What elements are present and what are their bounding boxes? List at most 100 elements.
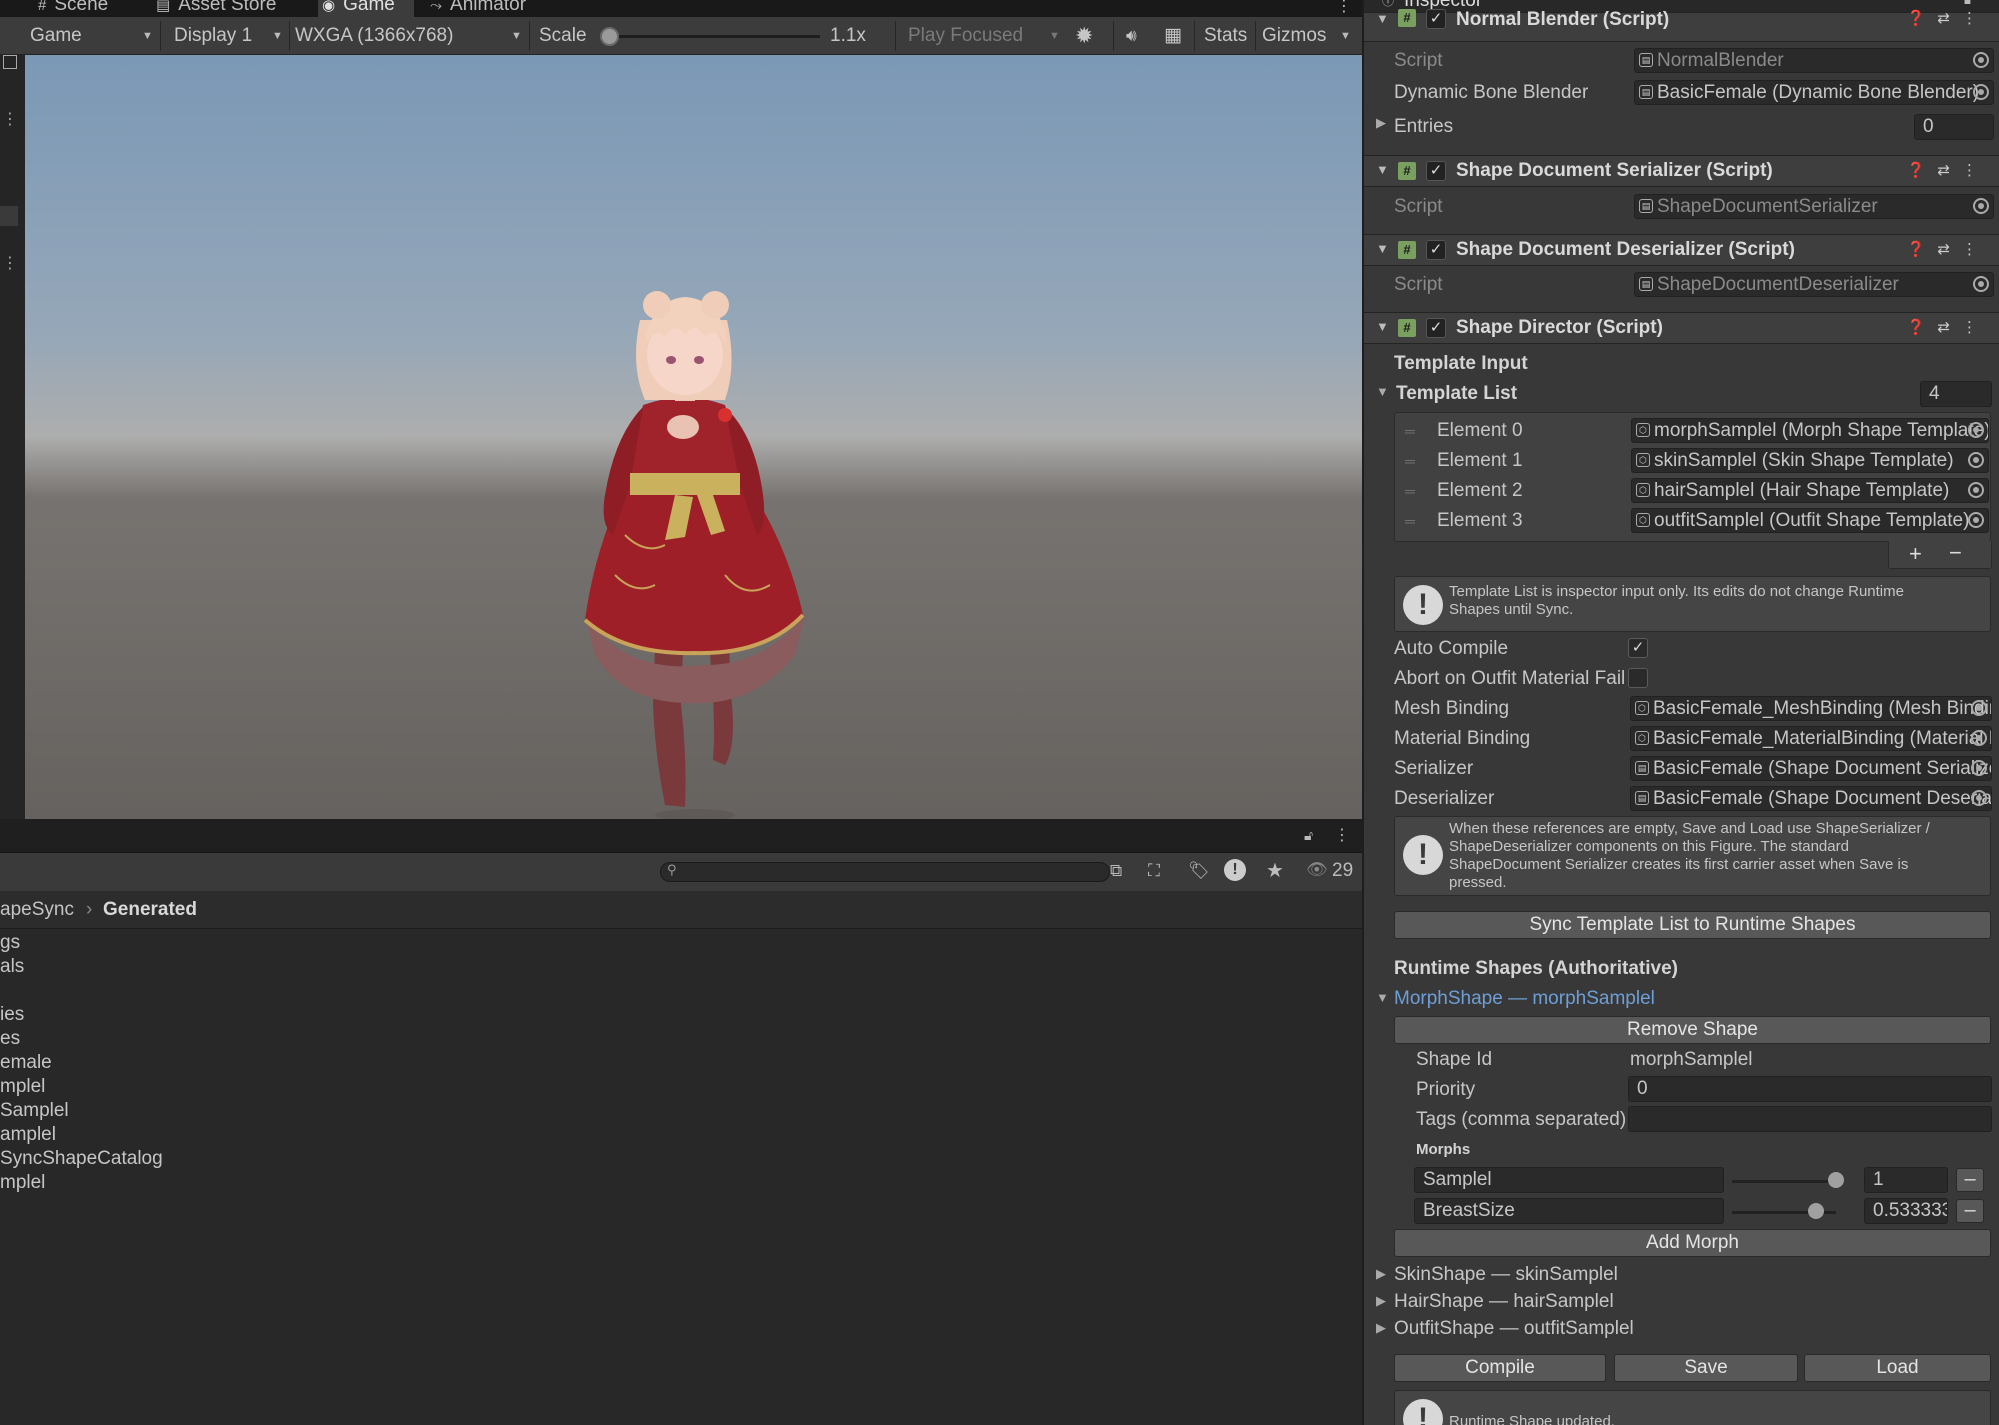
hair-shape-foldout[interactable]: HairShape — hairSamplel (1394, 1291, 1614, 1313)
object-picker-icon[interactable] (1973, 198, 1989, 214)
list-item[interactable]: mplel (0, 1076, 45, 1098)
favorite-star-icon[interactable]: ★ (1266, 858, 1284, 883)
drag-handle-icon[interactable]: ═ (1405, 513, 1421, 529)
component-enabled-checkbox[interactable]: ✓ (1426, 240, 1446, 260)
project-search-input[interactable]: ⚲ (660, 862, 1110, 882)
morph-slider-handle[interactable] (1828, 1172, 1844, 1188)
object-picker-icon[interactable] (1968, 512, 1984, 528)
object-picker-icon[interactable] (1971, 730, 1987, 746)
game-mode-dropdown[interactable]: Game ▼ (30, 21, 155, 51)
remove-morph-button[interactable]: – (1956, 1199, 1984, 1223)
tab-asset-store[interactable]: ▤ Asset Store (152, 0, 286, 17)
tab-menu-icon[interactable]: ⋮ (1336, 0, 1352, 16)
breadcrumb-current[interactable]: Generated (103, 899, 197, 921)
filter-by-type-icon[interactable]: ⛶ (1148, 861, 1160, 881)
morph-value-input[interactable]: 1 (1864, 1167, 1948, 1193)
foldout-arrow-icon[interactable]: ▼ (1376, 241, 1389, 256)
morph-name-input[interactable]: Samplel (1414, 1167, 1724, 1193)
save-button[interactable]: Save (1614, 1354, 1798, 1382)
outfit-shape-foldout[interactable]: OutfitShape — outfitSamplel (1394, 1318, 1634, 1340)
display-dropdown[interactable]: Display 1 ▼ (174, 21, 284, 51)
mesh-binding-field[interactable]: ⬡ BasicFemale_MeshBinding (Mesh Binding) (1630, 696, 1992, 721)
foldout-arrow-icon[interactable]: ▼ (1376, 384, 1389, 399)
component-icons[interactable]: ❓⇄⋮ (1907, 240, 1989, 258)
drag-handle-icon[interactable]: ═ (1405, 453, 1421, 469)
game-view[interactable] (25, 55, 1362, 819)
abort-on-fail-checkbox[interactable] (1628, 668, 1648, 688)
morph-value-input[interactable]: 0.5333333 (1864, 1198, 1948, 1224)
log-types-icon[interactable]: ! (1224, 859, 1246, 881)
load-button[interactable]: Load (1804, 1354, 1991, 1382)
template-list-label[interactable]: Template List (1396, 383, 1517, 405)
add-element-icon[interactable]: + (1909, 541, 1922, 567)
entries-count[interactable]: 0 (1914, 114, 1994, 140)
list-item[interactable]: gs (0, 932, 20, 954)
component-enabled-checkbox[interactable]: ✓ (1426, 9, 1446, 29)
menu-icon[interactable]: ⋮ (2, 109, 18, 129)
label-icon[interactable]: 🏷︎ (1188, 861, 1210, 881)
gizmos-button[interactable]: Gizmos (1262, 21, 1326, 51)
compile-button[interactable]: Compile (1394, 1354, 1606, 1382)
list-item[interactable]: als (0, 956, 24, 978)
element-field[interactable]: ⬡ hairSamplel (Hair Shape Template) (1631, 478, 1989, 503)
panel-menu-icon[interactable]: ⋮ (1334, 825, 1350, 845)
lock-icon[interactable]: 🔓︎ (1304, 827, 1313, 844)
sync-template-list-button[interactable]: Sync Template List to Runtime Shapes (1394, 911, 1991, 939)
list-item[interactable]: mplel (0, 1172, 45, 1194)
component-icons[interactable]: ❓⇄⋮ (1907, 161, 1989, 179)
object-picker-icon[interactable] (1968, 422, 1984, 438)
dbb-field[interactable]: ▤ BasicFemale (Dynamic Bone Blender) (1634, 80, 1994, 105)
menu-icon[interactable]: ⋮ (2, 253, 18, 273)
breadcrumb-item[interactable]: apeSync (0, 899, 74, 921)
foldout-arrow-icon[interactable]: ▼ (1376, 162, 1389, 177)
maximize-icon[interactable] (3, 55, 17, 69)
list-item[interactable]: SyncShapeCatalog (0, 1148, 163, 1170)
lock-icon[interactable]: 🔓︎ (1964, 0, 1972, 8)
tab-game[interactable]: ◉ Game (318, 0, 414, 17)
foldout-arrow-icon[interactable]: ▼ (1376, 319, 1389, 334)
list-item[interactable]: amplel (0, 1124, 56, 1146)
deserializer-header[interactable]: ▼ # ✓ Shape Document Deserializer (Scrip… (1364, 234, 1999, 266)
list-item[interactable]: ies (0, 1004, 24, 1026)
foldout-arrow-icon[interactable]: ▶ (1376, 1293, 1386, 1309)
element-field[interactable]: ⬡ morphSamplel (Morph Shape Template) (1631, 418, 1989, 443)
foldout-arrow-icon[interactable]: ▼ (1376, 11, 1389, 26)
foldout-arrow-icon[interactable]: ▶ (1376, 1266, 1386, 1282)
script-field[interactable]: ▤ ShapeDocumentSerializer (1634, 194, 1994, 219)
serializer-field[interactable]: ▤ BasicFemale (Shape Document Serializer) (1630, 756, 1992, 781)
serializer-header[interactable]: ▼ # ✓ Shape Document Serializer (Script)… (1364, 155, 1999, 187)
element-field[interactable]: ⬡ outfitSamplel (Outfit Shape Template) (1631, 508, 1989, 533)
bug-icon[interactable]: ✹ (1075, 21, 1093, 51)
list-item[interactable]: es (0, 1028, 20, 1050)
drag-handle-icon[interactable]: ═ (1405, 483, 1421, 499)
material-binding-field[interactable]: ⬡ BasicFemale_MaterialBinding (Material B… (1630, 726, 1992, 751)
stats-button[interactable]: Stats (1204, 21, 1247, 51)
object-picker-icon[interactable] (1968, 452, 1984, 468)
auto-compile-checkbox[interactable]: ✓ (1628, 638, 1648, 658)
skin-shape-foldout[interactable]: SkinShape — skinSamplel (1394, 1264, 1618, 1286)
object-picker-icon[interactable] (1971, 700, 1987, 716)
audio-icon[interactable]: 🔊︎ (1126, 21, 1137, 51)
resolution-dropdown[interactable]: WXGA (1366x768) ▼ (295, 21, 525, 51)
remove-shape-button[interactable]: Remove Shape (1394, 1016, 1991, 1044)
component-icons[interactable]: ❓⇄⋮ (1907, 9, 1989, 27)
object-picker-icon[interactable] (1973, 52, 1989, 68)
tab-animator[interactable]: ⤳ Animator (426, 0, 536, 17)
normal-blender-header[interactable]: ▼ # ✓ Normal Blender (Script) ❓⇄⋮ (1364, 9, 1999, 42)
deserializer-field[interactable]: ▤ BasicFemale (Shape Document Deserialize… (1630, 786, 1992, 811)
play-mode-dropdown[interactable]: Play Focused ▼ (908, 21, 1063, 51)
morph-slider-track[interactable] (1732, 1180, 1836, 1183)
tags-input[interactable] (1628, 1106, 1992, 1132)
component-enabled-checkbox[interactable]: ✓ (1426, 318, 1446, 338)
morph-shape-foldout[interactable]: MorphShape — morphSamplel (1394, 988, 1655, 1010)
object-picker-icon[interactable] (1973, 276, 1989, 292)
list-item[interactable]: Samplel (0, 1100, 69, 1122)
foldout-arrow-icon[interactable]: ▼ (1376, 990, 1389, 1005)
object-picker-icon[interactable] (1968, 482, 1984, 498)
foldout-arrow-icon[interactable]: ▶ (1376, 115, 1386, 131)
morph-slider-handle[interactable] (1808, 1203, 1824, 1219)
shape-director-header[interactable]: ▼ # ✓ Shape Director (Script) ❓⇄⋮ (1364, 312, 1999, 344)
template-list-size[interactable]: 4 (1920, 381, 1992, 407)
script-field[interactable]: ▤ NormalBlender (1634, 48, 1994, 73)
object-picker-icon[interactable] (1973, 84, 1989, 100)
